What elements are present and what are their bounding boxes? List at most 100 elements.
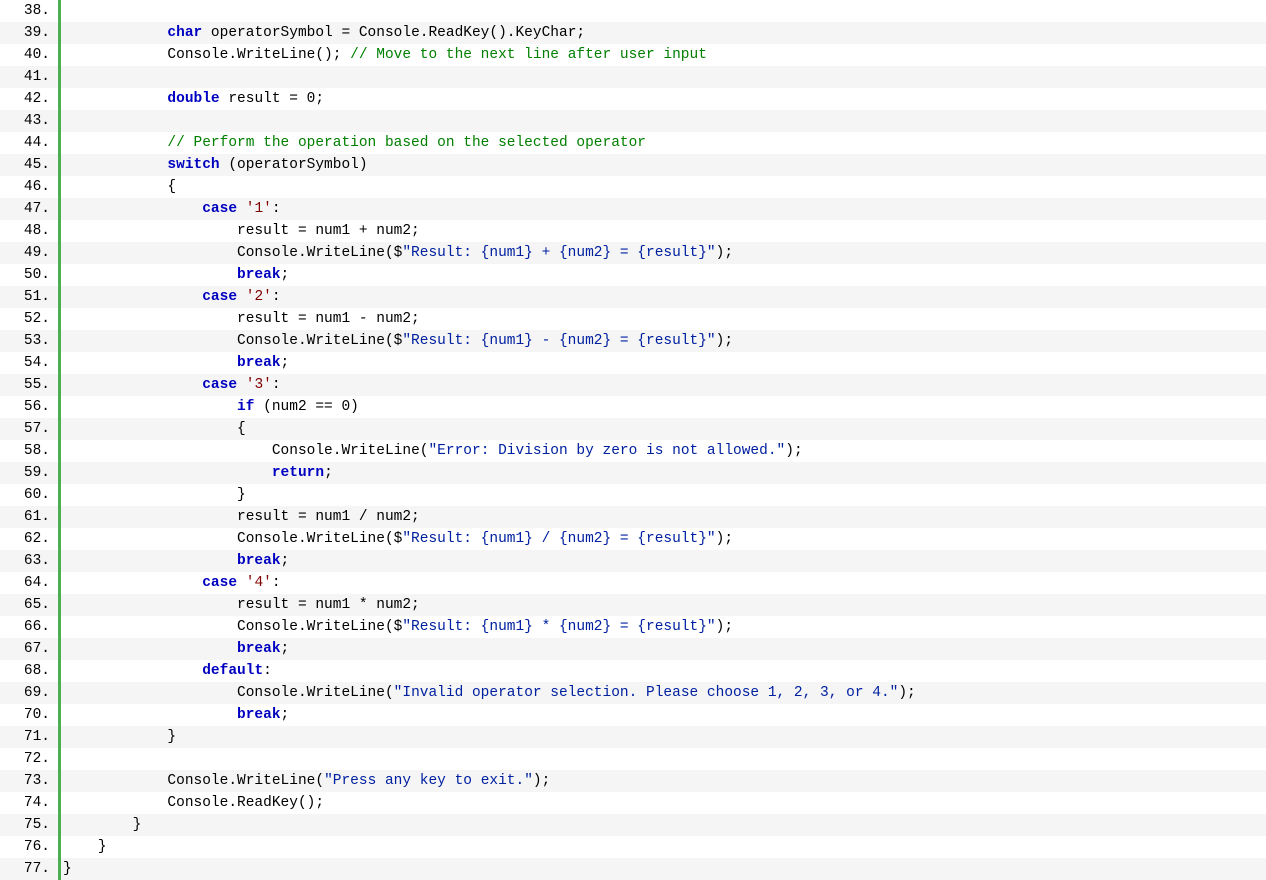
code-content[interactable]: Console.WriteLine($"Result: {num1} / {nu…: [61, 528, 1266, 550]
code-line[interactable]: 71. }: [0, 726, 1266, 748]
code-content[interactable]: }: [61, 726, 1266, 748]
keyword-token: char: [167, 25, 202, 41]
code-content[interactable]: }: [61, 836, 1266, 858]
code-line[interactable]: 38.: [0, 0, 1266, 22]
string-token: "Result: {num1} * {num2} = {result}": [402, 619, 715, 635]
code-line[interactable]: 74. Console.ReadKey();: [0, 792, 1266, 814]
code-content[interactable]: Console.WriteLine($"Result: {num1} + {nu…: [61, 242, 1266, 264]
code-content[interactable]: case '4':: [61, 572, 1266, 594]
keyword-token: break: [237, 553, 281, 569]
code-content[interactable]: {: [61, 176, 1266, 198]
code-line[interactable]: 47. case '1':: [0, 198, 1266, 220]
keyword-token: case: [202, 377, 237, 393]
code-line[interactable]: 44. // Perform the operation based on th…: [0, 132, 1266, 154]
code-line[interactable]: 52. result = num1 - num2;: [0, 308, 1266, 330]
code-content[interactable]: result = num1 + num2;: [61, 220, 1266, 242]
code-content[interactable]: [61, 0, 1266, 22]
comment-token: // Perform the operation based on the se…: [167, 135, 646, 151]
code-content[interactable]: break;: [61, 264, 1266, 286]
code-line[interactable]: 42. double result = 0;: [0, 88, 1266, 110]
code-line[interactable]: 57. {: [0, 418, 1266, 440]
code-content[interactable]: break;: [61, 550, 1266, 572]
code-content[interactable]: result = num1 - num2;: [61, 308, 1266, 330]
line-number: 74.: [0, 792, 58, 814]
code-content[interactable]: [61, 110, 1266, 132]
code-line[interactable]: 72.: [0, 748, 1266, 770]
code-line[interactable]: 65. result = num1 * num2;: [0, 594, 1266, 616]
code-line[interactable]: 62. Console.WriteLine($"Result: {num1} /…: [0, 528, 1266, 550]
keyword-token: case: [202, 575, 237, 591]
code-line[interactable]: 63. break;: [0, 550, 1266, 572]
code-line[interactable]: 54. break;: [0, 352, 1266, 374]
code-content[interactable]: case '2':: [61, 286, 1266, 308]
code-content[interactable]: break;: [61, 352, 1266, 374]
code-content[interactable]: [61, 748, 1266, 770]
code-content[interactable]: // Perform the operation based on the se…: [61, 132, 1266, 154]
code-content[interactable]: {: [61, 418, 1266, 440]
code-content[interactable]: [61, 66, 1266, 88]
code-line[interactable]: 46. {: [0, 176, 1266, 198]
code-line[interactable]: 70. break;: [0, 704, 1266, 726]
code-editor[interactable]: 38. 39. char operatorSymbol = Console.Re…: [0, 0, 1266, 880]
code-content[interactable]: case '3':: [61, 374, 1266, 396]
code-line[interactable]: 50. break;: [0, 264, 1266, 286]
code-line[interactable]: 64. case '4':: [0, 572, 1266, 594]
code-line[interactable]: 48. result = num1 + num2;: [0, 220, 1266, 242]
code-content[interactable]: return;: [61, 462, 1266, 484]
code-line[interactable]: 73. Console.WriteLine("Press any key to …: [0, 770, 1266, 792]
line-number: 72.: [0, 748, 58, 770]
code-content[interactable]: result = num1 / num2;: [61, 506, 1266, 528]
code-line[interactable]: 45. switch (operatorSymbol): [0, 154, 1266, 176]
line-number: 66.: [0, 616, 58, 638]
code-line[interactable]: 39. char operatorSymbol = Console.ReadKe…: [0, 22, 1266, 44]
code-line[interactable]: 43.: [0, 110, 1266, 132]
code-content[interactable]: switch (operatorSymbol): [61, 154, 1266, 176]
line-number: 57.: [0, 418, 58, 440]
code-content[interactable]: Console.WriteLine(); // Move to the next…: [61, 44, 1266, 66]
string-token: "Error: Division by zero is not allowed.…: [428, 443, 785, 459]
code-line[interactable]: 41.: [0, 66, 1266, 88]
line-number: 76.: [0, 836, 58, 858]
code-line[interactable]: 67. break;: [0, 638, 1266, 660]
line-number: 59.: [0, 462, 58, 484]
code-line[interactable]: 75. }: [0, 814, 1266, 836]
code-content[interactable]: Console.WriteLine("Invalid operator sele…: [61, 682, 1266, 704]
code-line[interactable]: 55. case '3':: [0, 374, 1266, 396]
code-content[interactable]: char operatorSymbol = Console.ReadKey().…: [61, 22, 1266, 44]
code-line[interactable]: 58. Console.WriteLine("Error: Division b…: [0, 440, 1266, 462]
code-line[interactable]: 53. Console.WriteLine($"Result: {num1} -…: [0, 330, 1266, 352]
line-number: 55.: [0, 374, 58, 396]
keyword-token: return: [272, 465, 324, 481]
code-content[interactable]: }: [61, 814, 1266, 836]
code-content[interactable]: Console.WriteLine("Error: Division by ze…: [61, 440, 1266, 462]
code-content[interactable]: break;: [61, 638, 1266, 660]
code-content[interactable]: }: [61, 484, 1266, 506]
code-content[interactable]: Console.WriteLine($"Result: {num1} * {nu…: [61, 616, 1266, 638]
code-line[interactable]: 56. if (num2 == 0): [0, 396, 1266, 418]
code-line[interactable]: 59. return;: [0, 462, 1266, 484]
line-number: 43.: [0, 110, 58, 132]
code-content[interactable]: if (num2 == 0): [61, 396, 1266, 418]
code-line[interactable]: 76. }: [0, 836, 1266, 858]
line-number: 40.: [0, 44, 58, 66]
comment-token: // Move to the next line after user inpu…: [350, 47, 707, 63]
char-token: '3': [246, 377, 272, 393]
code-line[interactable]: 60. }: [0, 484, 1266, 506]
code-content[interactable]: Console.ReadKey();: [61, 792, 1266, 814]
code-content[interactable]: result = num1 * num2;: [61, 594, 1266, 616]
code-line[interactable]: 61. result = num1 / num2;: [0, 506, 1266, 528]
code-line[interactable]: 69. Console.WriteLine("Invalid operator …: [0, 682, 1266, 704]
code-content[interactable]: Console.WriteLine("Press any key to exit…: [61, 770, 1266, 792]
code-line[interactable]: 51. case '2':: [0, 286, 1266, 308]
line-number: 56.: [0, 396, 58, 418]
line-number: 49.: [0, 242, 58, 264]
code-content[interactable]: default:: [61, 660, 1266, 682]
code-content[interactable]: Console.WriteLine($"Result: {num1} - {nu…: [61, 330, 1266, 352]
code-line[interactable]: 66. Console.WriteLine($"Result: {num1} *…: [0, 616, 1266, 638]
code-content[interactable]: double result = 0;: [61, 88, 1266, 110]
code-content[interactable]: break;: [61, 704, 1266, 726]
code-line[interactable]: 68. default:: [0, 660, 1266, 682]
code-line[interactable]: 49. Console.WriteLine($"Result: {num1} +…: [0, 242, 1266, 264]
code-content[interactable]: case '1':: [61, 198, 1266, 220]
code-line[interactable]: 40. Console.WriteLine(); // Move to the …: [0, 44, 1266, 66]
